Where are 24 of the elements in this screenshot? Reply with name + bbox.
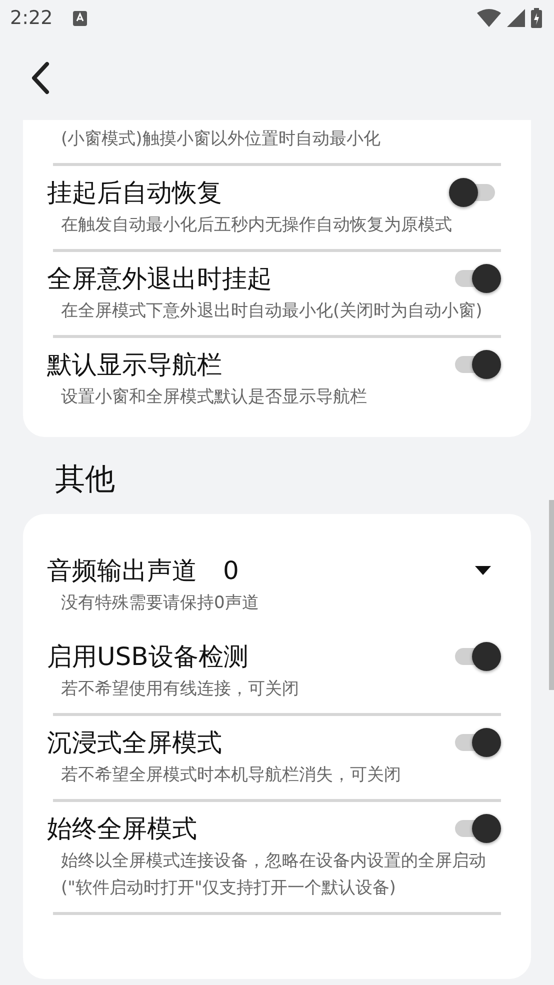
setting-description: 没有特殊需要请保持0声道 [60, 592, 260, 615]
channel-dropdown[interactable]: 0 [223, 556, 501, 584]
setting-title: 始终全屏模式 [47, 812, 197, 844]
setting-description: 在全屏模式下意外退出时自动最小化(关闭时为自动小窗) [60, 300, 484, 323]
keyboard-icon [72, 10, 87, 26]
setting-description: 始终以全屏模式连接设备，忽略在设备内设置的全屏启动("软件启动时打开"仅支持打开一个默认设备) [60, 850, 487, 900]
wifi-icon [477, 9, 501, 27]
setting-title: 挂起后自动恢复 [47, 176, 222, 208]
setting-description: 在触发自动最小化后五秒内无操作自动恢复为原模式 [60, 214, 453, 237]
section-heading: 其他 [54, 461, 116, 499]
setting-description: 若不希望使用有线连接，可关闭 [60, 678, 300, 701]
back-icon[interactable] [30, 61, 50, 95]
dropdown-caret-icon [475, 566, 491, 574]
battery-charging-icon [531, 8, 542, 28]
setting-description: 设置小窗和全屏模式默认是否显示导航栏 [60, 386, 368, 409]
setting-title: 启用USB设备检测 [47, 640, 248, 672]
setting-title: 全屏意外退出时挂起 [47, 262, 272, 294]
setting-title: 音频输出声道 [47, 554, 197, 586]
setting-description: 若不希望全屏模式时本机导航栏消失，可关闭 [60, 764, 402, 787]
setting-description: (小窗模式)触摸小窗以外位置时自动最小化 [60, 128, 382, 151]
status-time: 2:22 [10, 7, 53, 29]
setting-title: 沉浸式全屏模式 [47, 726, 222, 758]
signal-icon [507, 9, 525, 27]
setting-title: 默认显示导航栏 [47, 348, 222, 380]
